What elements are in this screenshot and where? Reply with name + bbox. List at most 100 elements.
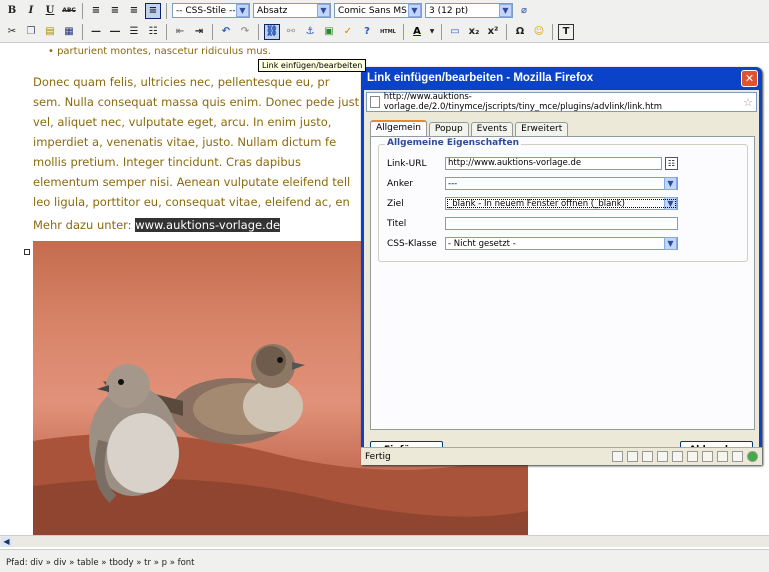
css-class-select[interactable]: - Nicht gesetzt - ▼ <box>445 237 678 250</box>
eraser-icon[interactable]: ⌀ <box>516 3 532 19</box>
title-label: Titel <box>387 218 407 229</box>
redo-icon[interactable]: ↷ <box>237 24 253 40</box>
text-line: elementum semper nisi. Aenean vulputate … <box>33 175 351 189</box>
page-status-icon <box>612 451 623 462</box>
css-style-select[interactable]: -- CSS-Stile -- ▼ <box>172 3 250 18</box>
scroll-left-icon[interactable]: ◀ <box>1 537 12 547</box>
page-icon <box>370 96 380 108</box>
separator <box>552 23 553 40</box>
fieldset-legend: Allgemeine Eigenschaften <box>385 138 521 148</box>
text-line: sem. Nulla consequat massa quis enim. Do… <box>33 95 360 109</box>
subscript-button[interactable]: x₂ <box>466 24 482 40</box>
reload-icon <box>687 451 698 462</box>
visual-aid-icon[interactable]: ▭ <box>447 24 463 40</box>
special-char-button[interactable]: Ω <box>512 24 528 40</box>
separator <box>82 2 83 19</box>
tooltip: Link einfügen/bearbeiten <box>258 59 367 72</box>
more-info-line: Mehr dazu unter: www.auktions-vorlage.de <box>33 215 281 236</box>
horizontal-rule-icon[interactable]: — <box>88 24 104 40</box>
indent-icon[interactable]: ⇥ <box>191 24 207 40</box>
bold-button[interactable]: B <box>4 3 20 19</box>
selected-link-text[interactable]: www.auktions-vorlage.de <box>135 218 281 232</box>
link-icon[interactable]: ⛓ <box>264 23 280 40</box>
font-size-value: 3 (12 pt) <box>429 5 469 16</box>
separator <box>441 23 442 40</box>
undo-icon[interactable]: ↶ <box>218 24 234 40</box>
text-line: vel, aliquet nec, vulputate eget, arcu. … <box>33 115 332 129</box>
align-center-icon[interactable]: ≡ <box>107 3 123 19</box>
bullet-list-icon[interactable]: ☰ <box>126 24 142 40</box>
align-right-icon[interactable]: ≡ <box>126 3 142 19</box>
status-path: Pfad: div » div » table » tbody » tr » p… <box>0 549 769 572</box>
separator <box>82 23 83 40</box>
chevron-down-icon: ▼ <box>664 237 677 250</box>
separator <box>506 23 507 40</box>
link-url-label: Link-URL <box>387 158 427 169</box>
url-bar: http://www.auktions-vorlage.de/2.0/tinym… <box>366 92 757 112</box>
tab-erweitert[interactable]: Erweitert <box>515 122 569 136</box>
fullscreen-icon[interactable]: T <box>558 23 574 40</box>
text-line: Donec quam felis, ultricies nec, pellent… <box>33 75 330 89</box>
cut-icon[interactable]: ✂ <box>4 24 20 40</box>
mail-icon <box>702 451 713 462</box>
editor-toolbar-2: ✂ ❐ ▤ ▦ — ― ☰ ☷ ⇤ ⇥ ↶ ↷ ⛓ ⚯ ⚓ ▣ ✓ ? HTML… <box>0 21 769 43</box>
superscript-button[interactable]: x² <box>485 24 501 40</box>
numbered-list-icon[interactable]: ☷ <box>145 24 161 40</box>
chevron-down-icon[interactable]: ▼ <box>428 24 436 40</box>
target-select[interactable]: _blank - In neuem Fenster öffnen (_blank… <box>445 197 678 210</box>
align-left-icon[interactable]: ≡ <box>88 3 104 19</box>
emoticon-icon[interactable]: ☺ <box>531 24 547 40</box>
text-line: • parturient montes, nascetur ridiculus … <box>48 46 271 57</box>
addon-icon <box>747 451 758 462</box>
cleanup-icon[interactable]: ✓ <box>340 24 356 40</box>
italic-button[interactable]: I <box>23 3 39 19</box>
target-row: Ziel _blank - In neuem Fenster öffnen (_… <box>387 197 678 210</box>
align-justify-icon[interactable]: ≡ <box>145 2 161 19</box>
title-input[interactable] <box>445 217 678 230</box>
dialog-status-text: Fertig <box>365 451 391 462</box>
paste-icon[interactable]: ▤ <box>42 24 58 40</box>
dialog-tabs: Allgemein Popup Events Erweitert <box>370 120 569 136</box>
strikethrough-button[interactable]: ABC <box>61 3 77 19</box>
separator <box>166 23 167 40</box>
text-color-icon[interactable]: A <box>409 24 425 40</box>
format-select[interactable]: Absatz ▼ <box>253 3 331 18</box>
outdent-icon[interactable]: ⇤ <box>172 24 188 40</box>
tab-events[interactable]: Events <box>470 122 514 136</box>
unlink-icon[interactable]: ⚯ <box>283 24 299 40</box>
paste-word-icon[interactable]: ▦ <box>61 24 77 40</box>
font-family-value: Comic Sans MS <box>338 5 407 16</box>
close-button[interactable]: ✕ <box>741 70 758 87</box>
tab-popup[interactable]: Popup <box>428 122 469 136</box>
help-icon[interactable]: ? <box>359 24 375 40</box>
edit-icon <box>627 451 638 462</box>
resize-handle[interactable] <box>24 249 30 255</box>
separator <box>403 23 404 40</box>
hr-line-icon[interactable]: ― <box>107 24 123 40</box>
tab-allgemein[interactable]: Allgemein <box>370 120 427 136</box>
more-info-prefix: Mehr dazu unter: <box>33 218 136 232</box>
chevron-down-icon: ▼ <box>236 4 249 17</box>
anchor-select[interactable]: --- ▼ <box>445 177 678 190</box>
format-value: Absatz <box>257 5 288 16</box>
link-dialog-window: Link einfügen/bearbeiten - Mozilla Firef… <box>361 67 762 465</box>
font-family-select[interactable]: Comic Sans MS ▼ <box>334 3 422 18</box>
general-properties-fieldset: Allgemeine Eigenschaften Link-URL http:/… <box>378 138 748 262</box>
text-line: mollis pretium. Integer tincidunt. Cras … <box>33 155 301 169</box>
font-size-select[interactable]: 3 (12 pt) ▼ <box>425 3 513 18</box>
html-source-icon[interactable]: HTML <box>378 24 398 40</box>
horizontal-scrollbar[interactable]: ◀ <box>0 535 769 547</box>
chevron-down-icon: ▼ <box>317 4 330 17</box>
copy-icon[interactable]: ❐ <box>23 24 39 40</box>
star-icon[interactable]: ☆ <box>743 96 753 109</box>
image-icon[interactable]: ▣ <box>321 24 337 40</box>
security-icon <box>642 451 653 462</box>
link-url-row: Link-URL http://www.auktions-vorlage.de … <box>387 157 678 170</box>
anchor-value: --- <box>448 178 458 189</box>
browse-icon[interactable]: ☷ <box>665 157 678 170</box>
target-value: _blank - In neuem Fenster öffnen (_blank… <box>448 198 625 209</box>
url-text: http://www.auktions-vorlage.de/2.0/tinym… <box>383 92 663 112</box>
underline-button[interactable]: U <box>42 3 58 19</box>
anchor-icon[interactable]: ⚓ <box>302 24 318 40</box>
link-url-input[interactable]: http://www.auktions-vorlage.de <box>445 157 662 170</box>
